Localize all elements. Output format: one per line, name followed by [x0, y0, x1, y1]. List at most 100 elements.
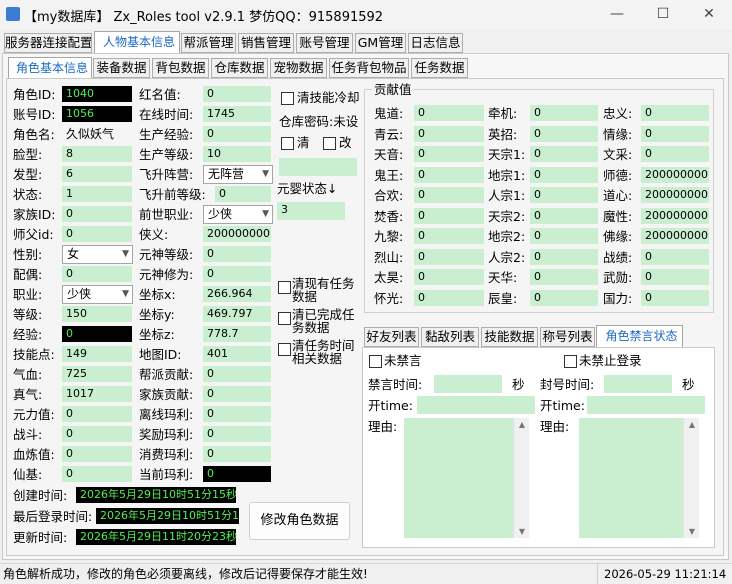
online-time-field[interactable]: 1745	[203, 106, 271, 122]
battle-field[interactable]: 0	[62, 426, 132, 442]
contrib-field[interactable]: 0	[641, 105, 709, 121]
contrib-field[interactable]: 0	[414, 146, 484, 162]
contrib-field[interactable]: 0	[641, 248, 709, 265]
face-field[interactable]: 8	[62, 146, 132, 162]
change-pwd-checkbox[interactable]	[323, 137, 336, 150]
exp-field[interactable]: 0	[62, 326, 132, 342]
tab-sales[interactable]: 销售管理	[238, 33, 294, 53]
xianji-field[interactable]: 0	[62, 466, 132, 482]
tab-server-config[interactable]: 服务器连接配置	[4, 33, 92, 53]
past-class-select[interactable]: 少侠 ▼	[203, 205, 273, 224]
contrib-field[interactable]: 0	[530, 289, 598, 306]
tab-friends[interactable]: 好友列表	[364, 327, 419, 347]
modify-role-button[interactable]: 修改角色数据	[249, 502, 350, 540]
tab-account[interactable]: 账号管理	[296, 33, 353, 53]
account-id-field[interactable]: 1056	[62, 106, 132, 122]
scroll-up-icon[interactable]: ▲	[514, 420, 530, 429]
yuanli-field[interactable]: 0	[62, 406, 132, 422]
mute-open-time-field[interactable]	[417, 396, 535, 414]
role-name-field[interactable]: 久似妖气	[62, 126, 132, 142]
contrib-field[interactable]: 200000000	[641, 207, 709, 224]
update-time-field[interactable]: 2026年5月29日11时20分23秒	[76, 529, 236, 545]
clear-pwd-checkbox[interactable]	[281, 137, 294, 150]
contrib-field[interactable]: 0	[530, 248, 598, 265]
contrib-field[interactable]: 0	[414, 269, 484, 285]
offline-mali-field[interactable]: 0	[203, 406, 271, 422]
guild-contrib-field[interactable]: 0	[203, 366, 271, 382]
spouse-field[interactable]: 0	[62, 266, 132, 282]
maximize-button[interactable]: ☐	[640, 0, 686, 30]
scroll-up-icon[interactable]: ▲	[684, 420, 700, 429]
role-id-field[interactable]: 1040	[62, 86, 132, 102]
close-button[interactable]: ✕	[686, 0, 732, 30]
tab-enemies[interactable]: 黏敌列表	[421, 327, 479, 347]
contrib-field[interactable]: 0	[414, 207, 484, 224]
chivalry-field[interactable]: 200000000	[203, 226, 271, 242]
tab-gm[interactable]: GM管理	[355, 33, 406, 53]
warehouse-pwd-field[interactable]	[279, 158, 357, 176]
contrib-field[interactable]: 0	[641, 125, 709, 142]
mute-reason-scrollbar[interactable]: ▲ ▼	[513, 418, 529, 538]
contrib-field[interactable]: 0	[530, 146, 598, 162]
family-contrib-field[interactable]: 0	[203, 386, 271, 402]
ban-time-field[interactable]	[604, 375, 672, 393]
tab-logs[interactable]: 日志信息	[408, 33, 463, 53]
no-login-ban-checkbox[interactable]	[564, 355, 577, 368]
tab-titles[interactable]: 称号列表	[540, 327, 595, 347]
mute-time-field[interactable]	[434, 375, 502, 393]
contrib-field[interactable]: 0	[530, 125, 598, 142]
clear-completed-tasks-checkbox[interactable]	[278, 312, 291, 325]
tab-task-items[interactable]: 任务背包物品	[329, 58, 409, 78]
clear-current-tasks-checkbox[interactable]	[278, 281, 291, 294]
state-field[interactable]: 1	[62, 186, 132, 202]
contrib-field[interactable]: 0	[530, 105, 598, 121]
contrib-field[interactable]: 0	[414, 228, 484, 244]
tab-basic-info[interactable]: 角色基本信息	[8, 57, 92, 79]
skill-points-field[interactable]: 149	[62, 346, 132, 362]
blood-refine-field[interactable]: 0	[62, 446, 132, 462]
create-time-field[interactable]: 2026年5月29日10时51分15秒	[76, 487, 236, 503]
no-mute-checkbox[interactable]	[369, 355, 382, 368]
contrib-field[interactable]: 0	[641, 269, 709, 285]
contrib-field[interactable]: 200000000	[641, 166, 709, 183]
coord-x-field[interactable]: 266.964	[203, 286, 271, 302]
master-id-field[interactable]: 0	[62, 226, 132, 242]
tab-guild[interactable]: 帮派管理	[181, 33, 236, 53]
contrib-field[interactable]: 0	[641, 146, 709, 162]
mp-field[interactable]: 1017	[62, 386, 132, 402]
clear-skill-cd-checkbox[interactable]	[281, 92, 294, 105]
contrib-field[interactable]: 0	[530, 166, 598, 183]
pre-ascend-level-field[interactable]: 0	[215, 186, 271, 202]
contrib-field[interactable]: 0	[414, 187, 484, 203]
mute-reason-textarea[interactable]: ▲ ▼	[404, 418, 529, 538]
contrib-field[interactable]: 0	[530, 269, 598, 285]
contrib-field[interactable]: 200000000	[641, 228, 709, 244]
contrib-field[interactable]: 0	[530, 187, 598, 203]
tab-skills[interactable]: 技能数据	[481, 327, 538, 347]
ban-open-time-field[interactable]	[587, 396, 705, 414]
ban-reason-scrollbar[interactable]: ▲ ▼	[683, 418, 699, 538]
tab-character-info[interactable]: 人物基本信息	[94, 31, 180, 54]
tab-task-data[interactable]: 任务数据	[411, 58, 468, 78]
contrib-field[interactable]: 0	[414, 105, 484, 121]
class-select[interactable]: 少侠 ▼	[62, 285, 133, 304]
ban-reason-textarea[interactable]: ▲ ▼	[579, 418, 699, 538]
tab-pets[interactable]: 宠物数据	[270, 58, 327, 78]
coord-y-field[interactable]: 469.797	[203, 306, 271, 322]
tab-equipment[interactable]: 装备数据	[93, 58, 150, 78]
contrib-field[interactable]: 200000000	[641, 187, 709, 203]
contrib-field[interactable]: 0	[414, 289, 484, 306]
spirit-level-field[interactable]: 0	[203, 246, 271, 262]
level-field[interactable]: 150	[62, 306, 132, 322]
last-login-field[interactable]: 2026年5月29日10时51分18	[96, 508, 239, 524]
reward-mali-field[interactable]: 0	[203, 426, 271, 442]
spend-mali-field[interactable]: 0	[203, 446, 271, 462]
red-name-field[interactable]: 0	[203, 86, 271, 102]
hp-field[interactable]: 725	[62, 366, 132, 382]
coord-z-field[interactable]: 778.7	[203, 326, 271, 342]
spirit-cultivation-field[interactable]: 0	[203, 266, 271, 282]
contrib-field[interactable]: 0	[530, 207, 598, 224]
contrib-field[interactable]: 0	[641, 289, 709, 306]
contrib-field[interactable]: 0	[414, 125, 484, 142]
minimize-button[interactable]: —	[594, 0, 640, 30]
